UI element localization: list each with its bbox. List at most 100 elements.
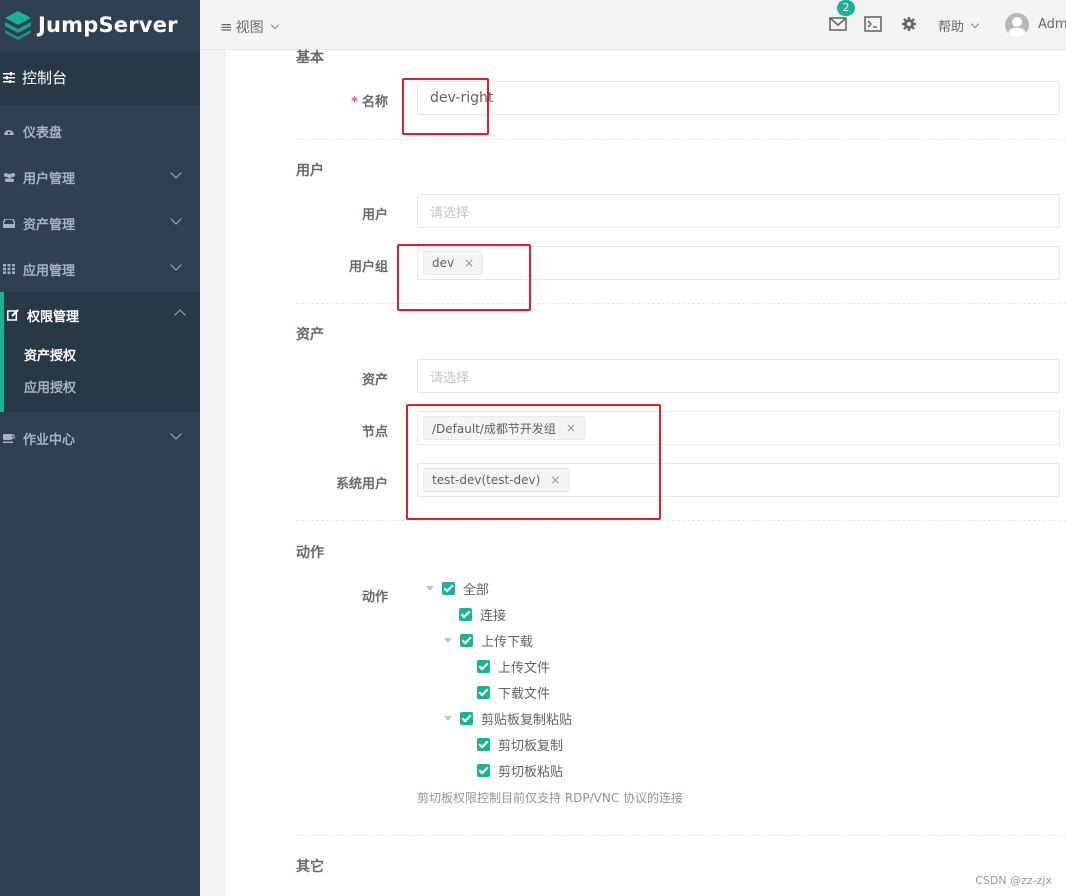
grid-icon xyxy=(0,264,18,274)
checkbox-checked-icon[interactable] xyxy=(477,738,490,751)
divider xyxy=(296,835,1066,836)
sidebar-item-label: 权限管理 xyxy=(27,309,80,325)
actions-label: 动作 xyxy=(361,590,388,605)
chevron-down-icon xyxy=(170,259,182,271)
checkbox-checked-icon[interactable] xyxy=(477,764,490,777)
sidebar-item-label: 作业中心 xyxy=(23,432,76,448)
tree-node-label: 剪贴板复制粘贴 xyxy=(481,713,573,728)
tree-node-upload[interactable]: 上传文件 xyxy=(477,657,550,676)
app-name: JumpServer xyxy=(38,13,178,37)
tree-node-clipboard[interactable]: 剪贴板复制粘贴 xyxy=(444,709,572,728)
checkbox-checked-icon[interactable] xyxy=(459,608,472,621)
users-select[interactable]: 请选择 xyxy=(417,194,1060,228)
checkbox-checked-icon[interactable] xyxy=(460,634,473,647)
tree-node-all[interactable]: 全部 xyxy=(426,579,489,598)
sidebar-console-label: 控制台 xyxy=(22,69,68,87)
sidebar-item-users[interactable]: 用户管理 xyxy=(0,154,200,200)
terminal-icon[interactable] xyxy=(864,16,882,32)
avatar[interactable] xyxy=(1005,13,1029,37)
chevron-up-icon xyxy=(174,309,186,321)
tag-label: /Default/成都节开发组 xyxy=(432,421,556,436)
sidebar-item-label: 应用管理 xyxy=(23,263,76,279)
close-icon[interactable]: × xyxy=(566,421,576,435)
tree-node-label: 全部 xyxy=(463,583,490,598)
tree-node-label: 下载文件 xyxy=(498,687,551,702)
tree-node-download[interactable]: 下载文件 xyxy=(477,683,550,702)
gear-icon[interactable] xyxy=(900,16,918,32)
edit-icon xyxy=(4,309,22,321)
system-users-select[interactable]: test-dev(test-dev) × xyxy=(417,463,1060,497)
section-action-title: 动作 xyxy=(296,545,324,561)
sidebar-console[interactable]: 控制台 xyxy=(0,50,200,105)
clipboard-hint: 剪切板权限控制目前仅支持 RDP/VNC 协议的连接 xyxy=(417,791,684,805)
sidebar-item-dashboard[interactable]: 仪表盘 xyxy=(0,108,200,154)
user-name[interactable]: Adm xyxy=(1038,17,1066,32)
checkbox-checked-icon[interactable] xyxy=(460,712,473,725)
sidebar-item-assets[interactable]: 资产管理 xyxy=(0,200,200,246)
system-users-label: 系统用户 xyxy=(335,477,388,492)
sidebar-item-jobs[interactable]: 作业中心 xyxy=(0,415,200,461)
tag-label: dev xyxy=(432,256,455,270)
name-input[interactable]: dev-right xyxy=(417,81,1060,115)
name-label: * 名称 xyxy=(268,91,388,110)
system-user-tag: test-dev(test-dev) × xyxy=(423,468,570,492)
users-icon xyxy=(0,172,18,182)
watermark: CSDN @zz-zjx xyxy=(975,874,1052,887)
sidebar-item-label: 仪表盘 xyxy=(23,125,63,141)
notification-badge: 2 xyxy=(837,0,855,16)
node-tag: /Default/成都节开发组 × xyxy=(423,416,585,440)
help-menu[interactable]: 帮助 xyxy=(938,16,980,35)
tree-node-connect[interactable]: 连接 xyxy=(459,605,506,624)
sidebar: JumpServer 控制台 仪表盘 用户管理 资产管理 应用管理 权限管理 资… xyxy=(0,0,200,896)
divider xyxy=(296,139,1066,140)
user-group-tag: dev × xyxy=(423,251,484,275)
dashboard-icon xyxy=(0,126,18,136)
divider xyxy=(296,520,1066,521)
mail-icon[interactable] xyxy=(829,16,847,32)
chevron-down-icon xyxy=(270,20,279,30)
sidebar-subitem-app-permission[interactable]: 应用授权 xyxy=(4,370,200,402)
tree-node-label: 上传文件 xyxy=(498,661,551,676)
nodes-label: 节点 xyxy=(361,425,388,440)
checkbox-checked-icon[interactable] xyxy=(477,660,490,673)
top-header: ≡ 视图 2 帮助 Adm xyxy=(200,0,1066,50)
caret-down-icon xyxy=(426,586,434,591)
tree-node-label: 剪切板复制 xyxy=(498,739,564,754)
sidebar-item-apps[interactable]: 应用管理 xyxy=(0,246,200,292)
section-asset-title: 资产 xyxy=(296,327,324,343)
permission-form-card: 基本 * 名称 dev-right 用户 用户 请选择 用户组 dev × 资产 … xyxy=(226,50,1066,896)
caret-down-icon xyxy=(444,716,452,721)
assets-label: 资产 xyxy=(361,373,388,388)
chevron-down-icon xyxy=(170,167,182,179)
tree-node-transfer[interactable]: 上传下载 xyxy=(444,631,533,650)
sliders-icon xyxy=(0,72,18,83)
logo[interactable]: JumpServer xyxy=(0,0,200,50)
tree-node-paste[interactable]: 剪切板粘贴 xyxy=(477,761,563,780)
inbox-icon xyxy=(0,218,18,228)
coffee-icon xyxy=(0,433,18,443)
caret-down-icon xyxy=(444,638,452,643)
hamburger-icon: ≡ xyxy=(220,18,233,36)
section-user-title: 用户 xyxy=(296,163,324,179)
user-groups-select[interactable]: dev × xyxy=(417,246,1060,280)
view-menu[interactable]: ≡ 视图 xyxy=(220,17,279,37)
chevron-down-icon xyxy=(170,213,182,225)
sidebar-subitem-asset-permission[interactable]: 资产授权 xyxy=(4,338,200,370)
name-label-text: 名称 xyxy=(361,95,388,110)
tree-node-copy[interactable]: 剪切板复制 xyxy=(477,735,563,754)
section-basic-title: 基本 xyxy=(296,50,324,66)
divider xyxy=(296,303,1066,304)
user-groups-label: 用户组 xyxy=(348,260,388,275)
checkbox-checked-icon[interactable] xyxy=(477,686,490,699)
close-icon[interactable]: × xyxy=(550,473,560,487)
sidebar-item-label: 用户管理 xyxy=(23,171,76,187)
close-icon[interactable]: × xyxy=(464,256,474,270)
checkbox-checked-icon[interactable] xyxy=(442,582,455,595)
required-mark: * xyxy=(351,95,358,110)
tree-node-label: 上传下载 xyxy=(481,635,534,650)
assets-select[interactable]: 请选择 xyxy=(417,359,1060,393)
sidebar-item-permissions[interactable]: 权限管理 xyxy=(4,292,200,338)
users-label: 用户 xyxy=(361,208,388,223)
tag-label: test-dev(test-dev) xyxy=(432,473,541,487)
nodes-select[interactable]: /Default/成都节开发组 × xyxy=(417,411,1060,445)
